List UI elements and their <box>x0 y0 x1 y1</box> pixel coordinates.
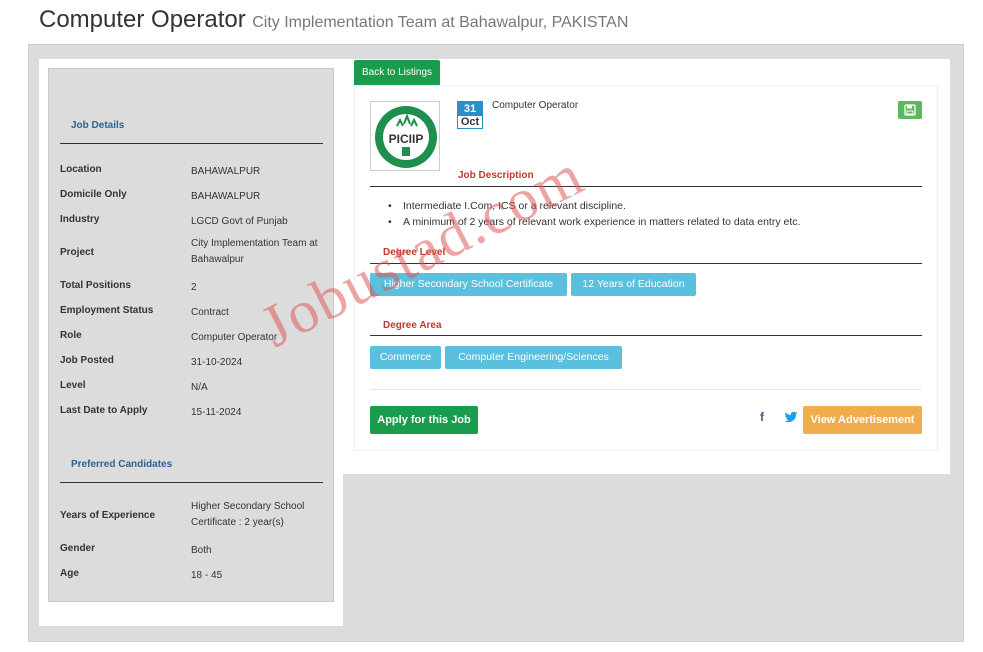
detail-value: LGCD Govt of Punjab <box>191 216 288 227</box>
twitter-icon[interactable] <box>784 410 798 424</box>
degree-area-heading: Degree Area <box>383 320 442 331</box>
detail-value: 15-11-2024 <box>191 407 242 418</box>
piciip-logo-icon: PICIIP <box>375 106 437 168</box>
degree-area-divider <box>370 335 922 336</box>
degree-area-tag-computer-engineering[interactable]: Computer Engineering/Sciences <box>445 346 622 369</box>
preferred-value: 18 - 45 <box>191 570 223 581</box>
job-description-list: Intermediate I.Com, ICS or a relevant di… <box>384 198 924 230</box>
logo-text: PICIIP <box>389 132 424 146</box>
page-header: Computer Operator City Implementation Te… <box>39 6 628 34</box>
job-description-heading: Job Description <box>458 170 534 181</box>
job-description-divider <box>370 186 922 187</box>
detail-value: 31-10-2024 <box>191 357 243 368</box>
posted-date-badge: 31 Oct <box>457 101 483 129</box>
view-advertisement-button[interactable]: View Advertisement <box>803 406 922 434</box>
apply-button[interactable]: Apply for this Job <box>370 406 478 434</box>
actions-divider <box>370 389 922 390</box>
detail-label: Role <box>60 330 82 341</box>
detail-label: Total Positions <box>60 280 131 291</box>
degree-level-heading: Degree Level <box>383 247 446 258</box>
page-subtitle: City Implementation Team at Bahawalpur, … <box>252 14 629 31</box>
preferred-label: Age <box>60 568 79 579</box>
description-item: Intermediate I.Com, ICS or a relevant di… <box>384 198 924 214</box>
detail-label: Job Posted <box>60 355 114 366</box>
date-day: 31 <box>458 102 482 116</box>
date-month: Oct <box>460 116 480 128</box>
preferred-candidates-title: Preferred Candidates <box>71 459 173 470</box>
degree-level-divider <box>370 263 922 264</box>
detail-value: BAHAWALPUR <box>191 166 261 177</box>
preferred-label: Years of Experience <box>60 510 156 521</box>
detail-label: Location <box>60 164 102 175</box>
preferred-value: Both <box>191 545 212 556</box>
detail-label: Industry <box>60 214 100 225</box>
detail-label: Last Date to Apply <box>60 405 148 416</box>
preferred-value: Higher Secondary School Certificate : 2 … <box>191 501 305 528</box>
detail-value: City Implementation Team at Bahawalpur <box>191 238 318 265</box>
back-to-listings-button[interactable]: Back to Listings <box>354 60 440 85</box>
description-item: A minimum of 2 years of relevant work ex… <box>384 214 924 230</box>
floppy-disk-icon <box>904 104 916 116</box>
preferred-divider <box>60 482 323 483</box>
detail-label: Level <box>60 380 86 391</box>
detail-value: N/A <box>191 382 208 393</box>
degree-level-tag-hssc[interactable]: Higher Secondary School Certificate <box>370 273 567 296</box>
detail-label: Project <box>60 247 94 258</box>
detail-value: Contract <box>191 307 229 318</box>
company-logo: PICIIP <box>370 101 440 171</box>
job-details-divider <box>60 143 323 144</box>
job-details-title: Job Details <box>71 120 125 131</box>
facebook-icon[interactable]: f <box>760 410 764 424</box>
save-button[interactable] <box>898 101 922 119</box>
job-title: Computer Operator <box>492 100 579 111</box>
detail-value: BAHAWALPUR <box>191 191 261 202</box>
detail-value: Computer Operator <box>191 332 278 343</box>
preferred-label: Gender <box>60 543 96 554</box>
degree-level-tag-12-years[interactable]: 12 Years of Education <box>571 273 696 296</box>
detail-value: 2 <box>191 282 197 293</box>
job-details-panel: Job Details Location BAHAWALPUR Domicile… <box>48 68 334 602</box>
page-title: Computer Operator <box>39 6 246 33</box>
job-card <box>354 85 938 451</box>
degree-area-tag-commerce[interactable]: Commerce <box>370 346 441 369</box>
detail-label: Domicile Only <box>60 189 127 200</box>
detail-label: Employment Status <box>60 305 154 316</box>
